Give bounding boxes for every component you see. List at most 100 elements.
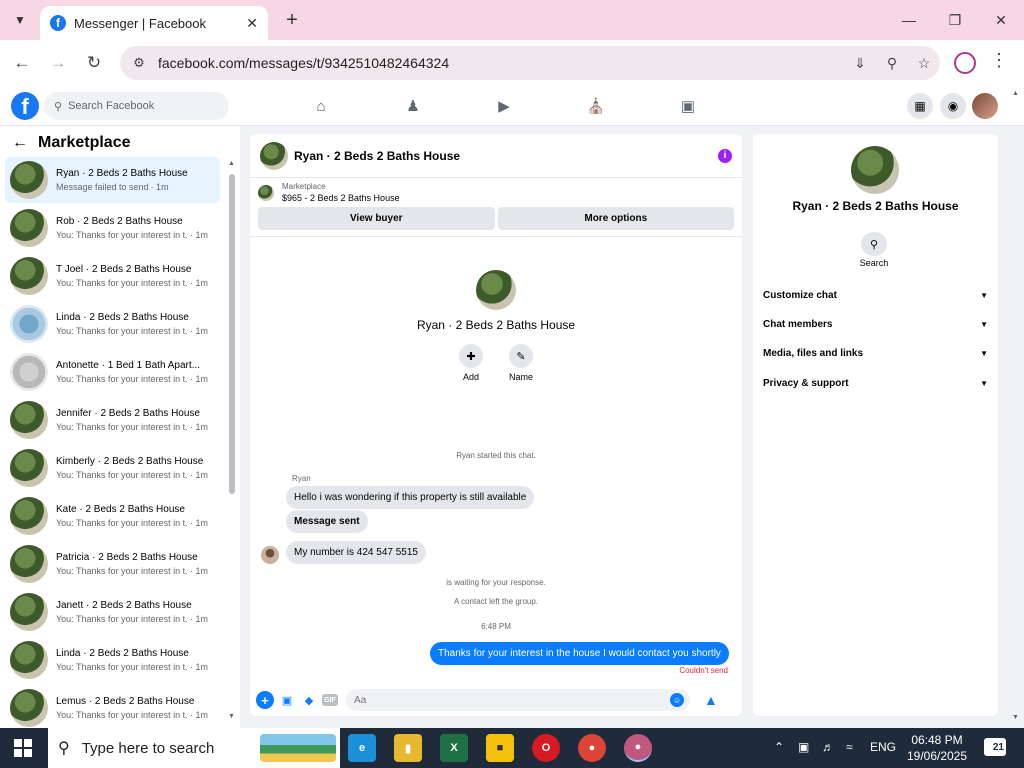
search-label: Search bbox=[859, 258, 889, 268]
notifications-bell-icon[interactable]: ◉ bbox=[940, 93, 966, 119]
excel-icon[interactable]: X bbox=[440, 734, 468, 762]
info-icon[interactable]: i bbox=[718, 148, 732, 163]
new-tab-button[interactable]: + bbox=[280, 8, 304, 32]
plus-icon[interactable]: + bbox=[256, 691, 274, 709]
scroll-up-icon[interactable]: ▲ bbox=[228, 160, 235, 167]
section-media-files-links[interactable]: Media, files and links ▼ bbox=[763, 348, 988, 359]
site-info-icon[interactable]: ⚙ bbox=[124, 55, 154, 71]
message-bubble[interactable]: My number is 424 547 5515 bbox=[286, 541, 426, 564]
conversation-item[interactable]: Linda · 2 Beds 2 Baths House You: Thanks … bbox=[5, 637, 220, 683]
conversation-time: · 1m bbox=[190, 614, 208, 624]
conversation-preview: You: Thanks for your interest in t... bbox=[56, 566, 188, 576]
menu-grid-icon[interactable]: ▦ bbox=[907, 93, 933, 119]
conversation-item[interactable]: Janett · 2 Beds 2 Baths House You: Thanks… bbox=[5, 589, 220, 635]
chrome-profile-icon[interactable]: ● bbox=[624, 734, 652, 762]
language-indicator[interactable]: ENG bbox=[870, 740, 896, 754]
conversation-item[interactable]: Kate · 2 Beds 2 Baths House You: Thanks f… bbox=[5, 493, 220, 539]
forward-button[interactable]: → bbox=[45, 50, 71, 76]
message-input-box[interactable]: ☺ bbox=[346, 689, 690, 711]
conversation-item[interactable]: T Joel · 2 Beds 2 Baths House You: Thanks… bbox=[5, 253, 220, 299]
opera-icon[interactable]: O bbox=[532, 734, 560, 762]
facebook-logo-icon[interactable]: f bbox=[11, 92, 39, 120]
minimize-button[interactable]: — bbox=[894, 6, 924, 34]
edit-name-button[interactable]: ✎ Name bbox=[508, 344, 533, 382]
scroll-down-icon[interactable]: ▼ bbox=[228, 713, 235, 720]
gaming-icon[interactable]: ▣ bbox=[673, 94, 703, 118]
volume-icon[interactable]: ♬ bbox=[822, 740, 834, 754]
home-icon[interactable]: ⌂ bbox=[306, 94, 336, 118]
tab-close-icon[interactable]: ✕ bbox=[246, 15, 258, 32]
sidebar-scrollbar[interactable] bbox=[229, 174, 235, 494]
address-bar[interactable]: ⚙ facebook.com/messages/t/93425104824643… bbox=[120, 46, 940, 80]
conversation-item[interactable]: Rob · 2 Beds 2 Baths House You: Thanks fo… bbox=[5, 205, 220, 251]
taskbar-clock[interactable]: 06:48 PM 19/06/2025 bbox=[902, 732, 972, 764]
section-customize-chat[interactable]: Customize chat ▼ bbox=[763, 290, 988, 301]
view-buyer-button[interactable]: View buyer bbox=[258, 207, 495, 230]
conversation-time: · 1m bbox=[190, 230, 208, 240]
clock-date: 19/06/2025 bbox=[906, 749, 968, 763]
tray-chevron-icon[interactable]: ⌃ bbox=[774, 740, 784, 754]
back-arrow-icon[interactable]: ← bbox=[12, 134, 28, 152]
browser-menu-icon[interactable]: ⋮ bbox=[990, 50, 1008, 71]
friends-icon[interactable]: ♟ bbox=[398, 94, 428, 118]
thumbs-up-icon[interactable]: ▲ bbox=[704, 692, 718, 708]
marketplace-icon[interactable]: ⛪ bbox=[581, 94, 611, 118]
page-scroll-down-icon[interactable]: ▼ bbox=[1012, 714, 1019, 721]
message-input[interactable] bbox=[354, 694, 670, 706]
browser-tab[interactable]: f Messenger | Facebook ✕ bbox=[40, 6, 268, 40]
back-button[interactable]: ← bbox=[9, 50, 35, 76]
section-chat-members[interactable]: Chat members ▼ bbox=[763, 319, 988, 330]
more-options-button[interactable]: More options bbox=[497, 207, 734, 230]
conversation-item[interactable]: Patricia · 2 Beds 2 Baths House You: Than… bbox=[5, 541, 220, 587]
section-privacy-support[interactable]: Privacy & support ▼ bbox=[763, 378, 988, 389]
file-explorer-icon[interactable]: ▮ bbox=[394, 734, 422, 762]
left-group-notice: A contact left the group. bbox=[453, 597, 539, 606]
message-bubble[interactable]: Hello i was wondering if this property i… bbox=[286, 486, 535, 509]
taskbar-search[interactable]: ⚲ Type here to search bbox=[48, 728, 340, 768]
sticky-notes-icon[interactable]: ■ bbox=[486, 734, 514, 762]
chat-title[interactable]: Ryan · 2 Beds 2 Baths House bbox=[294, 149, 718, 163]
my-message-bubble[interactable]: Thanks for your interest in the house I … bbox=[430, 642, 729, 665]
restore-button[interactable]: ❐ bbox=[940, 6, 970, 34]
chat-avatar[interactable] bbox=[260, 141, 288, 170]
info-avatar[interactable] bbox=[851, 146, 899, 194]
search-in-conversation-icon[interactable]: ⚲ bbox=[861, 232, 887, 256]
windows-start-icon[interactable] bbox=[14, 739, 32, 757]
conversation-item[interactable]: Linda · 2 Beds 2 Baths House You: Thanks … bbox=[5, 301, 220, 347]
url-text[interactable]: facebook.com/messages/t/9342510482464324 bbox=[158, 55, 844, 71]
edge-icon[interactable]: e bbox=[348, 734, 376, 762]
account-avatar[interactable] bbox=[972, 93, 998, 119]
conversation-item[interactable]: Lemus · 2 Beds 2 Baths House You: Thanks … bbox=[5, 685, 220, 728]
conversation-preview: You: Thanks for your interest in t... bbox=[56, 230, 188, 240]
bookmark-star-icon[interactable]: ☆ bbox=[908, 55, 940, 72]
facebook-header: f ⚲ ⌂ ♟ ▶ ⛪ ▣ ▦ ◉ bbox=[0, 86, 1024, 126]
conversation-time: · 1m bbox=[190, 710, 208, 720]
conversation-time: · 1m bbox=[190, 326, 208, 336]
sender-avatar[interactable] bbox=[261, 546, 279, 564]
add-person-button[interactable]: ✚ Add bbox=[458, 344, 483, 382]
video-icon[interactable]: ▶ bbox=[489, 94, 519, 118]
page-scroll-up-icon[interactable]: ▲ bbox=[1012, 90, 1019, 97]
sticker-icon[interactable]: ◆ bbox=[300, 691, 318, 709]
tab-search-chevron-icon[interactable]: ▼ bbox=[8, 8, 32, 32]
conversation-item[interactable]: Ryan · 2 Beds 2 Baths House Message faile… bbox=[5, 157, 220, 203]
message-bubble[interactable]: Message sent bbox=[286, 510, 368, 533]
chrome-icon[interactable]: ● bbox=[578, 734, 606, 762]
conversation-item[interactable]: Antonette · 1 Bed 1 Bath Apart... You: Th… bbox=[5, 349, 220, 395]
photo-icon[interactable]: ▣ bbox=[278, 691, 296, 709]
reload-button[interactable]: ↻ bbox=[81, 50, 107, 76]
close-window-button[interactable]: ✕ bbox=[986, 6, 1016, 34]
facebook-search-input[interactable] bbox=[68, 100, 209, 112]
conversation-item[interactable]: Jennifer · 2 Beds 2 Baths House You: Than… bbox=[5, 397, 220, 443]
install-app-icon[interactable]: ⇓ bbox=[844, 55, 876, 72]
emoji-icon[interactable]: ☺ bbox=[670, 693, 684, 707]
meet-now-icon[interactable]: ▣ bbox=[798, 740, 809, 754]
browser-profile-icon[interactable] bbox=[954, 52, 976, 74]
notification-center-icon[interactable]: 21 bbox=[984, 738, 1006, 756]
zoom-icon[interactable]: ⚲ bbox=[876, 55, 908, 72]
facebook-search[interactable]: ⚲ bbox=[44, 92, 229, 120]
gif-icon[interactable]: GIF bbox=[322, 694, 338, 706]
chevron-down-icon: ▼ bbox=[980, 349, 988, 358]
wifi-icon[interactable]: ≈ bbox=[846, 740, 853, 754]
conversation-item[interactable]: Kimberly · 2 Beds 2 Baths House You: Than… bbox=[5, 445, 220, 491]
